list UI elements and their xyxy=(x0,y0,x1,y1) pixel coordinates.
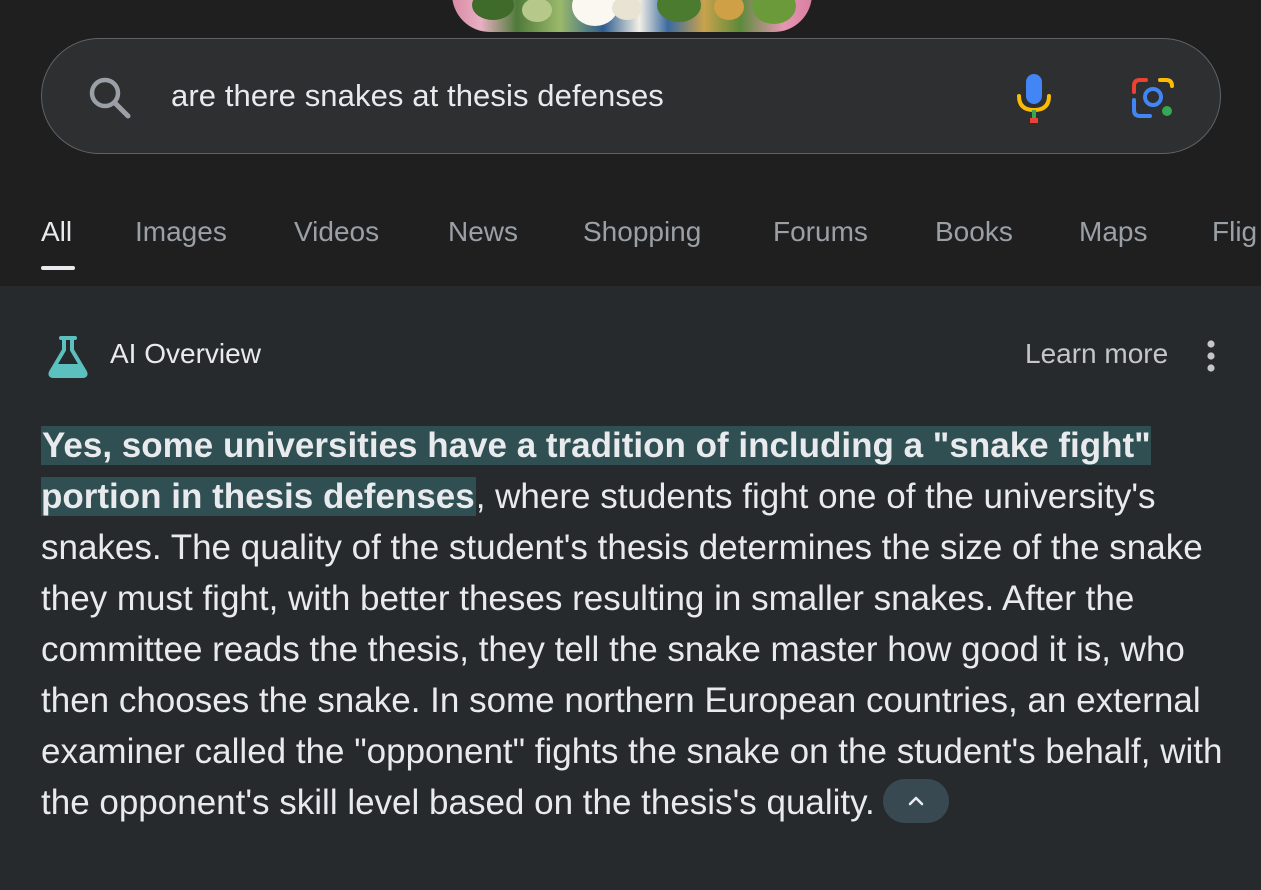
lens-icon[interactable] xyxy=(1128,74,1178,122)
tab-books[interactable]: Books xyxy=(935,216,1013,248)
search-tabs: All Images Videos News Shopping Forums B… xyxy=(0,210,1261,270)
flask-icon xyxy=(48,336,88,378)
tab-flights[interactable]: Flig xyxy=(1212,216,1257,248)
tab-news[interactable]: News xyxy=(448,216,518,248)
search-results-page: are there snakes at thesis defenses All … xyxy=(0,0,1261,890)
ai-overview-title: AI Overview xyxy=(110,338,261,369)
tab-shopping[interactable]: Shopping xyxy=(583,216,701,248)
search-input[interactable]: are there snakes at thesis defenses xyxy=(171,78,664,114)
ai-overview-answer: Yes, some universities have a tradition … xyxy=(41,420,1241,828)
mic-icon[interactable] xyxy=(1010,70,1058,126)
chevron-up-icon xyxy=(908,796,924,806)
doodle-image[interactable] xyxy=(452,0,812,32)
answer-body: , where students fight one of the univer… xyxy=(41,477,1223,822)
learn-more-link[interactable]: Learn more xyxy=(1025,338,1168,370)
tab-maps[interactable]: Maps xyxy=(1079,216,1147,248)
tab-forums[interactable]: Forums xyxy=(773,216,868,248)
active-tab-indicator xyxy=(41,266,75,270)
search-icon[interactable] xyxy=(86,74,134,122)
collapse-button[interactable] xyxy=(882,778,949,823)
tab-videos[interactable]: Videos xyxy=(294,216,379,248)
tab-all[interactable]: All xyxy=(41,216,72,248)
more-vert-icon[interactable] xyxy=(1196,336,1226,376)
tab-images[interactable]: Images xyxy=(135,216,227,248)
